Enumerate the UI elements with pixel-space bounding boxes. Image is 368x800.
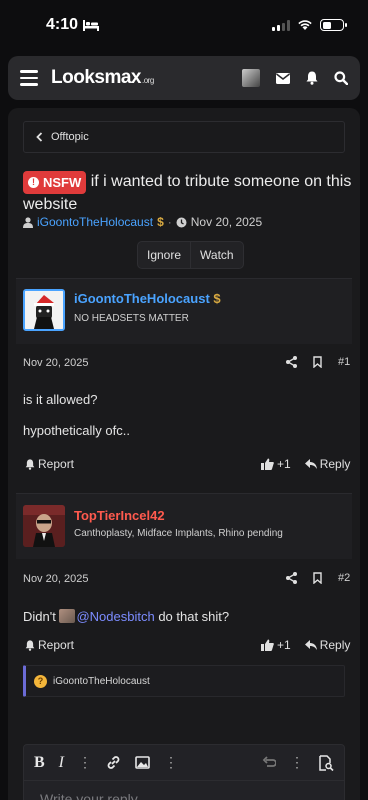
nav-icons — [242, 69, 348, 87]
envelope-icon[interactable] — [276, 72, 290, 84]
cellular-signal-icon — [272, 19, 290, 31]
thinking-emoji-icon: ? — [34, 674, 47, 688]
reply-input[interactable]: Write your reply... — [40, 791, 148, 800]
post-2-user-block: TopTierIncel42 Canthoplasty, Midface Imp… — [16, 493, 352, 559]
preview-icon[interactable] — [318, 754, 334, 771]
chevron-left-icon — [36, 132, 43, 142]
site-logo[interactable]: Looksmax.org — [51, 67, 154, 89]
nsfw-badge: ! NSFW — [23, 171, 87, 194]
avatar-image — [23, 505, 65, 547]
post-2-actions: #2 — [286, 572, 350, 584]
thread-meta: iGoontoTheHolocaust $ · Nov 20, 2025 — [23, 215, 262, 229]
bookmark-icon[interactable] — [313, 356, 322, 368]
post-2-reply-button[interactable]: Reply — [304, 638, 350, 652]
share-icon[interactable] — [286, 356, 297, 368]
post-1-date[interactable]: Nov 20, 2025 — [23, 357, 88, 369]
post-1-avatar[interactable] — [23, 289, 65, 331]
image-icon[interactable] — [135, 756, 150, 769]
time-text: 4:10 — [46, 16, 79, 33]
post-2-number[interactable]: #2 — [338, 572, 350, 584]
post-1-like-button[interactable]: +1 — [261, 457, 291, 471]
thumbs-up-icon — [261, 458, 274, 470]
wifi-icon — [298, 20, 312, 30]
post-1-footer-actions: +1 Reply — [261, 457, 350, 471]
post-1-reply-button[interactable]: Reply — [304, 457, 350, 471]
user-mention-link[interactable]: @Nodesbitch — [76, 609, 154, 624]
bed-icon — [83, 19, 100, 31]
menu-icon[interactable] — [20, 70, 38, 86]
user-icon — [23, 216, 33, 228]
bell-icon — [25, 458, 35, 470]
account-avatar[interactable] — [242, 69, 260, 87]
more-text-options-icon[interactable]: ⋮ — [78, 754, 92, 771]
post-1-line-2: hypothetically ofc.. — [23, 423, 130, 438]
reply-editor: B I ⋮ ⋮ ⋮ Write your reply... — [23, 744, 345, 800]
mention-avatar — [59, 609, 76, 623]
post-1-number[interactable]: #1 — [338, 356, 350, 368]
post-2-user-title: Canthoplasty, Midface Implants, Rhino pe… — [74, 528, 283, 539]
thread-title: ! NSFW if i wanted to tribute someone on … — [23, 171, 353, 215]
alert-icon: ! — [28, 177, 39, 188]
more-insert-options-icon[interactable]: ⋮ — [164, 754, 178, 771]
clock-icon — [176, 217, 187, 227]
thread-actions: Ignore Watch — [137, 241, 244, 269]
top-navigation: Looksmax.org — [8, 56, 360, 100]
reply-icon — [304, 640, 317, 650]
watch-button[interactable]: Watch — [190, 242, 243, 268]
post-1-actions: #1 — [286, 356, 350, 368]
post-2-username[interactable]: TopTierIncel42 — [74, 508, 165, 523]
italic-button[interactable]: I — [59, 754, 64, 772]
donor-badge-icon: $ — [213, 291, 221, 306]
bell-icon — [25, 639, 35, 651]
editor-toolbar: B I ⋮ ⋮ ⋮ — [24, 745, 344, 781]
donor-badge-icon: $ — [157, 215, 164, 229]
link-icon[interactable] — [106, 755, 121, 770]
post-2-text-suffix: do that shit? — [154, 609, 230, 624]
post-2-like-button[interactable]: +1 — [261, 638, 291, 652]
reaction-user[interactable]: iGoontoTheHolocaust — [53, 676, 150, 687]
bell-icon[interactable] — [306, 71, 318, 85]
bold-button[interactable]: B — [34, 754, 45, 772]
more-options-icon[interactable]: ⋮ — [290, 754, 304, 771]
share-icon[interactable] — [286, 572, 297, 584]
status-bar: 4:10 — [0, 0, 368, 50]
post-2-text-prefix: Didn't — [23, 609, 60, 624]
post-1-line-1: is it allowed? — [23, 392, 98, 407]
thread-date: Nov 20, 2025 — [190, 215, 263, 229]
post-2-avatar[interactable] — [23, 505, 65, 547]
battery-icon — [320, 19, 347, 31]
reactions-bar[interactable]: ? iGoontoTheHolocaust — [23, 665, 345, 697]
post-1-body: is it allowed? hypothetically ofc.. — [23, 391, 130, 439]
thumbs-up-icon — [261, 639, 274, 651]
post-2-report-button[interactable]: Report — [25, 638, 74, 652]
thread-author-link[interactable]: iGoontoTheHolocaust — [37, 215, 153, 229]
post-1-user-block: iGoontoTheHolocaust $ NO HEADSETS MATTER — [16, 278, 352, 344]
breadcrumb[interactable]: Offtopic — [23, 121, 345, 153]
bookmark-icon[interactable] — [313, 572, 322, 584]
post-2-body: Didn't @Nodesbitch do that shit? — [23, 608, 229, 625]
breadcrumb-label: Offtopic — [51, 131, 89, 143]
avatar-image — [25, 291, 63, 329]
ignore-button[interactable]: Ignore — [138, 242, 190, 268]
status-indicators — [272, 19, 347, 31]
post-1-report-button[interactable]: Report — [25, 457, 74, 471]
status-time: 4:10 — [46, 16, 100, 34]
post-2-date[interactable]: Nov 20, 2025 — [23, 573, 88, 585]
post-1-username[interactable]: iGoontoTheHolocaust $ — [74, 291, 221, 306]
post-1-user-title: NO HEADSETS MATTER — [74, 313, 189, 324]
reply-icon — [304, 459, 317, 469]
post-2-footer-actions: +1 Reply — [261, 638, 350, 652]
search-icon[interactable] — [334, 71, 348, 85]
undo-icon[interactable] — [262, 756, 276, 769]
